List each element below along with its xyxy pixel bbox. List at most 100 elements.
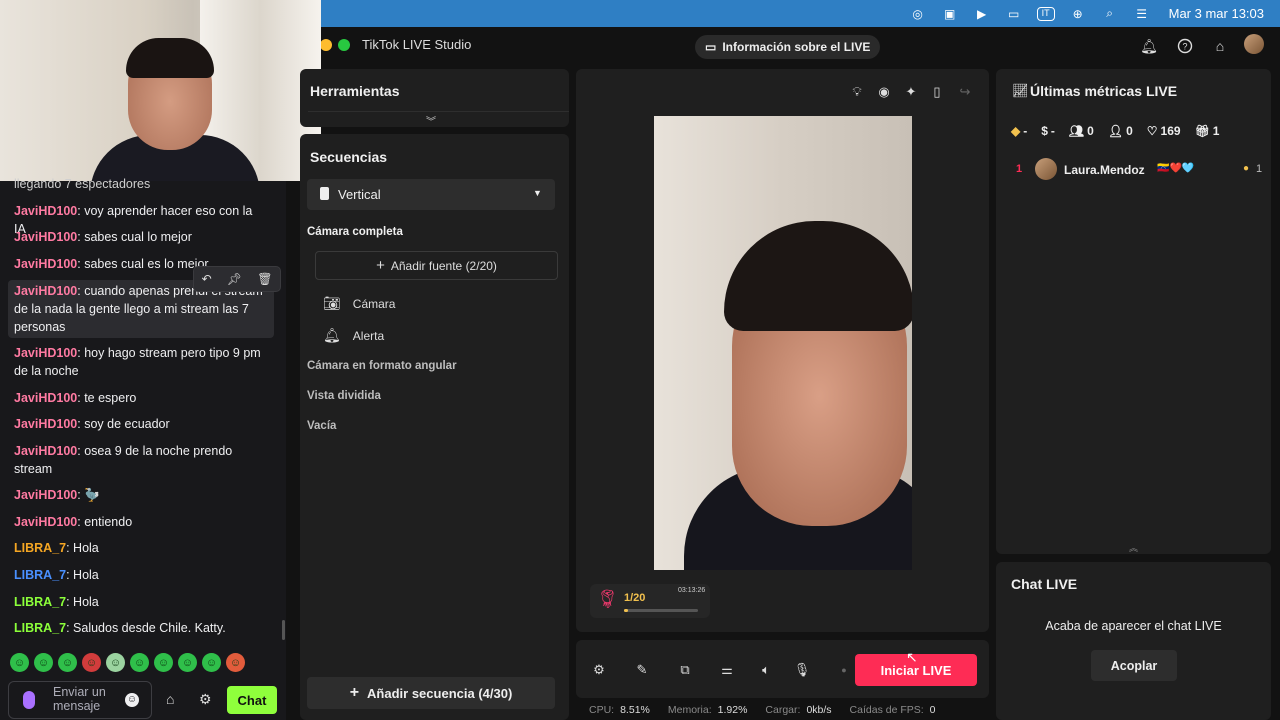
- gifts-metric: 🎁︎ 1: [1195, 124, 1220, 138]
- chat-username[interactable]: JaviHD100: [14, 204, 77, 218]
- gifter-name: Laura.Mendoz: [1064, 163, 1145, 177]
- chat-message[interactable]: LIBRA_7: Hola: [14, 593, 264, 611]
- sparkle-icon[interactable]: ✦: [902, 83, 920, 101]
- gear-icon[interactable]: ⚙: [199, 691, 212, 708]
- chevron-double-down-icon[interactable]: ︾: [426, 113, 436, 128]
- home-icon[interactable]: ⌂: [1209, 35, 1231, 57]
- reply-icon[interactable]: ↶: [202, 272, 212, 286]
- emote-icon[interactable]: ☺: [154, 653, 173, 672]
- delete-icon[interactable]: 🗑︎: [257, 272, 272, 286]
- avatar: [1035, 158, 1057, 180]
- sequence-item-split[interactable]: Vista dividida: [307, 390, 381, 402]
- store-icon[interactable]: ⌂: [166, 691, 174, 707]
- minimize-button[interactable]: [320, 39, 332, 51]
- likes-metric: ♡ 169: [1147, 124, 1181, 138]
- screen-record-icon[interactable]: ▣: [941, 7, 959, 21]
- chat-message[interactable]: LIBRA_7: Hola: [14, 539, 264, 557]
- chat-username[interactable]: JaviHD100: [14, 391, 77, 405]
- chat-send-button[interactable]: Chat: [227, 686, 277, 714]
- layout-select[interactable]: Vertical ▼: [307, 179, 555, 210]
- rank-number: 1: [1016, 163, 1023, 175]
- emote-icon[interactable]: ☺: [10, 653, 29, 672]
- chat-username[interactable]: JaviHD100: [14, 488, 77, 502]
- chat-username[interactable]: LIBRA_7: [14, 621, 66, 635]
- coin-icon: ●: [1243, 163, 1250, 174]
- chat-message[interactable]: JaviHD100: entiendo: [14, 513, 264, 531]
- input-source-indicator[interactable]: IT: [1036, 6, 1055, 21]
- chat-username[interactable]: LIBRA_7: [14, 568, 66, 582]
- add-source-button[interactable]: + Añadir fuente (2/20): [315, 251, 558, 280]
- phone-orientation-icon[interactable]: ▯: [928, 83, 946, 101]
- gift-goal-card[interactable]: 🌹︎ 1/20 03:13:26: [590, 584, 710, 618]
- source-item-alert[interactable]: 🔔︎ Alerta: [323, 327, 384, 344]
- emote-icon[interactable]: ☺: [106, 653, 125, 672]
- chat-username[interactable]: JaviHD100: [14, 515, 77, 529]
- pin-icon[interactable]: 📌︎: [227, 272, 242, 286]
- sequence-item-empty[interactable]: Vacía: [307, 420, 336, 432]
- search-icon[interactable]: ⌕: [1101, 6, 1119, 21]
- profile-avatar[interactable]: [1244, 34, 1264, 54]
- source-label: Alerta: [352, 328, 385, 343]
- menu-bar-clock[interactable]: Mar 3 mar 13:03: [1169, 6, 1264, 21]
- microphone-icon[interactable]: 🎙︎: [794, 662, 811, 678]
- chat-message[interactable]: JaviHD100: te espero: [14, 389, 264, 407]
- add-sequence-button[interactable]: + Añadir secuencia (4/30): [307, 677, 555, 709]
- microphone-icon[interactable]: [23, 691, 35, 709]
- emote-icon[interactable]: ☺: [226, 653, 245, 672]
- chat-message[interactable]: JaviHD100: sabes cual lo mejor: [14, 228, 264, 246]
- creative-cloud-icon[interactable]: ◎: [909, 7, 927, 21]
- chat-scrollbar[interactable]: [282, 620, 285, 640]
- speaker-icon[interactable]: 🔈︎: [758, 662, 774, 678]
- add-source-label: Añadir fuente (2/20): [390, 258, 497, 273]
- title-bar: TikTok LIVE Studio ▭ Información sobre e…: [300, 27, 1280, 65]
- magic-wand-icon[interactable]: ✎: [634, 662, 650, 678]
- viewers-value: 0: [1087, 124, 1094, 138]
- gift-goal-timer: 03:13:26: [678, 587, 706, 594]
- emote-icon[interactable]: ☺: [202, 653, 221, 672]
- chat-message[interactable]: LIBRA_7: Hola: [14, 566, 264, 584]
- battery-icon[interactable]: ▭: [1005, 7, 1023, 21]
- emote-icon[interactable]: ☺: [82, 653, 101, 672]
- chat-username[interactable]: JaviHD100: [14, 444, 77, 458]
- emoji-picker-icon[interactable]: ☺: [125, 693, 139, 707]
- sequence-item-angular[interactable]: Cámara en formato angular: [307, 360, 457, 372]
- settings-icon[interactable]: ⚙: [591, 662, 607, 678]
- chat-message[interactable]: llegando 7 espectadores: [14, 175, 264, 193]
- chevron-double-up-icon[interactable]: ︽: [1129, 541, 1138, 554]
- emote-icon[interactable]: ☺: [178, 653, 197, 672]
- link-icon[interactable]: ⊕: [1069, 7, 1087, 21]
- emote-icon[interactable]: ☺: [130, 653, 149, 672]
- screen-share-icon[interactable]: ⧉: [677, 662, 693, 678]
- help-icon[interactable]: ?: [1174, 35, 1196, 57]
- chat-input[interactable]: Enviar un mensaje ☺: [8, 681, 152, 719]
- emote-icon[interactable]: ☺: [58, 653, 77, 672]
- play-icon[interactable]: ▶: [973, 7, 991, 21]
- source-item-camera[interactable]: 📷︎ Cámara: [323, 295, 395, 312]
- chat-message[interactable]: JaviHD100: 🦤: [14, 486, 264, 504]
- chat-username[interactable]: LIBRA_7: [14, 541, 66, 555]
- record-icon[interactable]: ◉: [875, 83, 893, 101]
- chat-message-text: : sabes cual lo mejor: [77, 230, 192, 244]
- chat-username[interactable]: JaviHD100: [14, 257, 77, 271]
- control-center-icon[interactable]: ☰: [1133, 7, 1151, 21]
- top-gifter-row[interactable]: 1 Laura.Mendoz 🇻🇪❤️🩵 ● 1: [1011, 158, 1271, 182]
- emote-icon[interactable]: ☺: [34, 653, 53, 672]
- chat-message[interactable]: JaviHD100: osea 9 de la noche prendo str…: [14, 442, 264, 478]
- chat-username[interactable]: LIBRA_7: [14, 595, 66, 609]
- chat-username[interactable]: JaviHD100: [14, 284, 77, 298]
- chat-message[interactable]: JaviHD100: hoy hago stream pero tipo 9 p…: [14, 344, 264, 380]
- live-info-button[interactable]: ▭ Información sobre el LIVE: [695, 35, 881, 59]
- likes-value: 169: [1160, 124, 1181, 138]
- lightbulb-icon[interactable]: 💡︎: [848, 83, 866, 101]
- add-sequence-label: Añadir secuencia (4/30): [367, 685, 513, 701]
- chat-username[interactable]: JaviHD100: [14, 417, 77, 431]
- rose-icon: 🌹︎: [596, 589, 619, 609]
- dock-chat-button[interactable]: Acoplar: [1091, 650, 1177, 681]
- chat-username[interactable]: JaviHD100: [14, 346, 77, 360]
- bell-icon[interactable]: 🔔︎: [1138, 35, 1160, 57]
- chat-message[interactable]: LIBRA_7: Saludos desde Chile. Katty.: [14, 619, 264, 637]
- chat-message[interactable]: JaviHD100: soy de ecuador: [14, 415, 264, 433]
- adjust-icon[interactable]: ⚌: [719, 662, 735, 678]
- chat-username[interactable]: JaviHD100: [14, 230, 77, 244]
- zoom-button[interactable]: [338, 39, 350, 51]
